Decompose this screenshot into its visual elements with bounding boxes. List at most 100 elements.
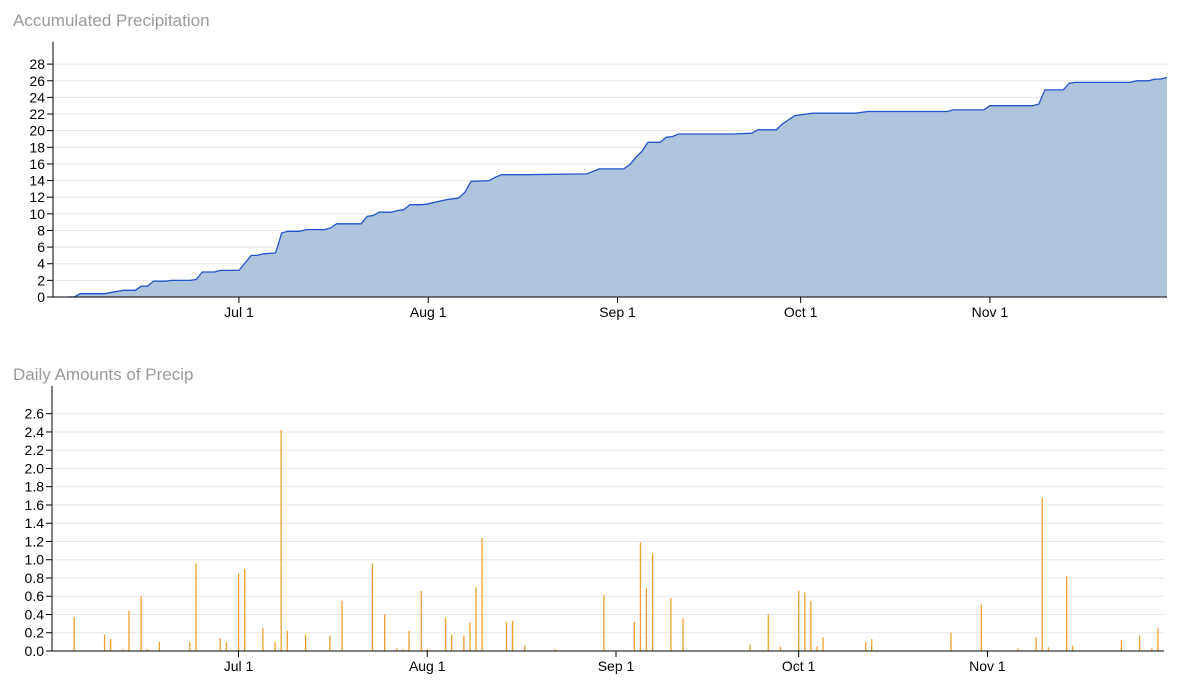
- y-tick-label: 24: [29, 89, 45, 105]
- y-tick-label: 20: [29, 123, 45, 139]
- daily-bar: [980, 604, 982, 651]
- x-tick-label: Oct 1: [782, 658, 816, 674]
- y-tick-label: 1.0: [25, 552, 45, 568]
- daily-bar: [1066, 576, 1068, 651]
- x-tick-label: Nov 1: [969, 658, 1006, 674]
- y-tick-label: 0.8: [25, 570, 45, 586]
- daily-bar: [304, 634, 307, 651]
- daily-bar: [670, 598, 672, 651]
- y-tick-label: 0.6: [25, 588, 45, 604]
- daily-bar: [225, 641, 227, 651]
- y-tick-label: 14: [29, 173, 45, 189]
- daily-bar: [511, 620, 514, 651]
- y-tick-label: 1.2: [25, 533, 45, 549]
- daily-bar: [651, 553, 654, 651]
- daily-bar: [603, 595, 605, 651]
- daily-bar: [1139, 635, 1141, 651]
- daily-bar: [280, 430, 282, 651]
- daily-bar: [1047, 647, 1049, 651]
- daily-bar: [262, 628, 264, 651]
- y-tick-label: 2: [37, 272, 45, 288]
- daily-bar: [505, 621, 508, 651]
- daily-bar: [103, 634, 106, 651]
- y-tick-label: 1.8: [25, 479, 45, 495]
- daily-bar: [371, 563, 374, 651]
- daily-bar: [524, 645, 526, 651]
- y-tick-label: 28: [29, 56, 45, 72]
- daily-bar: [1157, 628, 1159, 651]
- daily-bar: [822, 637, 824, 651]
- daily-bar: [639, 542, 642, 651]
- x-tick-label: Sep 1: [599, 304, 636, 320]
- daily-bar: [463, 635, 465, 651]
- daily-precip-chart: Daily Amounts of Precip 0.0 0.2 0.4 0.6 0.8 1…: [0, 354, 1198, 681]
- daily-bar: [329, 635, 331, 651]
- x-tick-label: Aug 1: [409, 658, 446, 674]
- daily-bar: [219, 638, 221, 651]
- daily-bar: [1035, 637, 1037, 651]
- daily-bar: [158, 641, 160, 651]
- y-tick-label: 16: [29, 156, 45, 172]
- daily-bar: [804, 592, 806, 651]
- daily-bar: [237, 573, 240, 651]
- daily-bar: [767, 614, 769, 651]
- x-tick-label: Aug 1: [410, 304, 447, 320]
- daily-bar: [420, 590, 422, 651]
- x-tick-label: Oct 1: [784, 304, 818, 320]
- daily-bar: [1041, 497, 1043, 651]
- daily-bar: [871, 639, 873, 651]
- daily-bar: [950, 632, 952, 651]
- y-tick-label: 0: [37, 289, 45, 305]
- x-tick-label: Jul 1: [224, 658, 254, 674]
- daily-bar: [749, 644, 751, 651]
- y-tick-label: 22: [29, 106, 45, 122]
- daily-bar: [244, 568, 246, 651]
- daily-bar: [645, 588, 648, 651]
- daily-bar: [444, 618, 447, 651]
- accumulated-precip-chart: Accumulated Precipitation 0 2 4 6 8 10 12 14 16 1…: [0, 0, 1198, 340]
- accumulated-precip-svg: 0246810121416182022242628Jul 1 Aug 1 Sep 1…: [29, 41, 1168, 320]
- y-tick-label: 2.2: [25, 442, 45, 458]
- daily-bar: [1120, 640, 1123, 651]
- y-tick-label: 12: [29, 189, 45, 205]
- daily-precip-svg: 0.0 0.2 0.4 0.6 0.8 1.0 1.2 1.4 1.6 1.8 2.0 2.2 2.4 2…: [25, 386, 1164, 674]
- y-tick-label: 4: [37, 256, 45, 272]
- y-tick-label: 8: [37, 222, 45, 238]
- daily-bar: [384, 614, 386, 651]
- daily-bar: [469, 622, 471, 651]
- daily-bar: [779, 646, 782, 651]
- daily-bar: [451, 634, 453, 651]
- y-tick-label: 0.4: [25, 606, 45, 622]
- y-tick-label: 0.2: [25, 625, 45, 641]
- y-tick-label: 10: [29, 206, 45, 222]
- daily-bar: [274, 641, 276, 651]
- daily-bar: [341, 600, 343, 651]
- y-tick-label: 18: [29, 139, 45, 155]
- daily-bar: [865, 641, 867, 651]
- x-tick-label: Sep 1: [598, 658, 635, 674]
- daily-bar: [73, 617, 75, 651]
- daily-bar: [189, 641, 191, 651]
- y-tick-label: 26: [29, 73, 45, 89]
- y-tick-label: 1.4: [25, 515, 45, 531]
- daily-bar: [481, 537, 483, 651]
- daily-bar: [128, 610, 130, 651]
- daily-bar: [633, 621, 635, 651]
- daily-bar: [408, 630, 410, 651]
- y-tick-label: 2.4: [25, 424, 45, 440]
- y-tick-label: 2.0: [25, 460, 45, 476]
- y-tick-label: 0.0: [25, 643, 45, 659]
- daily-bar: [475, 587, 477, 651]
- daily-bar: [682, 618, 684, 651]
- daily-bar: [140, 596, 142, 651]
- y-tick-label: 1.6: [25, 497, 45, 513]
- daily-bar: [810, 600, 812, 651]
- x-tick-label: Nov 1: [972, 304, 1009, 320]
- y-tick-label: 2.6: [25, 406, 45, 422]
- daily-bar: [798, 590, 800, 651]
- daily-bar: [816, 646, 818, 651]
- daily-bar: [195, 563, 197, 651]
- y-tick-label: 6: [37, 239, 45, 255]
- daily-bar: [1072, 645, 1074, 651]
- x-tick-label: Jul 1: [224, 304, 254, 320]
